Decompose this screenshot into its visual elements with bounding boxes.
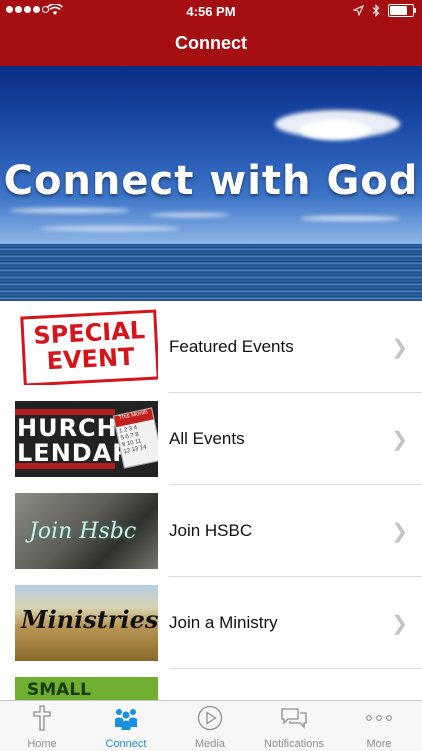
- connect-list: SPECIAL EVENT Featured Events ❯ HURCH LE…: [0, 301, 422, 701]
- list-item-label: Join HSBC: [169, 521, 253, 540]
- list-item-label: All Events: [169, 429, 245, 448]
- more-dots-icon: [366, 715, 392, 721]
- thumb-text: SMALL: [27, 680, 91, 700]
- app-header: 4:56 PM Connect: [0, 0, 422, 66]
- tab-label: Notifications: [264, 738, 324, 750]
- cross-icon: [33, 705, 51, 731]
- list-item-all-events[interactable]: HURCH LENDAR This Month 1 2 3 45 6 7 89 …: [0, 393, 422, 485]
- ocean-decoration: [0, 244, 422, 301]
- cloud-decoration: [150, 213, 230, 217]
- cloud-decoration: [40, 226, 180, 231]
- thumb-text: Join Hsbc: [29, 519, 137, 544]
- thumb-text: Ministries: [21, 605, 158, 634]
- ministries-thumbnail: Ministries: [15, 585, 158, 661]
- thumb-text: HURCH: [17, 414, 118, 442]
- play-icon: [197, 705, 223, 731]
- church-calendar-thumbnail: HURCH LENDAR This Month 1 2 3 45 6 7 89 …: [15, 401, 158, 477]
- chevron-right-icon: ❯: [391, 337, 408, 359]
- hero-title: Connect with God: [3, 158, 419, 204]
- tab-label: Home: [27, 738, 57, 750]
- cloud-decoration: [10, 208, 130, 213]
- chevron-right-icon: ❯: [391, 429, 408, 451]
- tab-label: Connect: [105, 738, 147, 750]
- tab-label: Media: [195, 738, 225, 750]
- join-hsbc-thumbnail: Join Hsbc: [15, 493, 158, 569]
- cloud-decoration: [300, 216, 400, 221]
- chevron-right-icon: ❯: [391, 521, 408, 543]
- list-item-label: Featured Events: [169, 337, 294, 356]
- special-event-thumbnail: SPECIAL EVENT: [15, 309, 158, 385]
- small-groups-thumbnail: SMALL: [15, 677, 158, 701]
- chevron-right-icon: ❯: [391, 613, 408, 635]
- cloud-decoration: [300, 120, 370, 140]
- tab-notifications[interactable]: Notifications: [252, 701, 336, 751]
- battery-icon: [388, 4, 416, 17]
- speech-bubbles-icon: [281, 708, 307, 729]
- location-arrow-icon: [353, 5, 364, 16]
- list-item-featured-events[interactable]: SPECIAL EVENT Featured Events ❯: [0, 301, 422, 393]
- list-item-label: Join a Ministry: [169, 613, 278, 632]
- tab-media[interactable]: Media: [168, 701, 252, 751]
- page-title: Connect: [175, 33, 247, 53]
- tab-home[interactable]: Home: [0, 701, 84, 751]
- list-item-small-groups[interactable]: SMALL: [0, 669, 422, 701]
- tab-bar: Home Connect Media Notifications More: [0, 700, 422, 751]
- tab-label: More: [366, 738, 392, 750]
- bluetooth-icon: [372, 4, 380, 17]
- list-item-join-hsbc[interactable]: Join Hsbc Join HSBC ❯: [0, 485, 422, 577]
- list-item-join-ministry[interactable]: Ministries Join a Ministry ❯: [0, 577, 422, 669]
- status-bar: 4:56 PM: [0, 0, 422, 22]
- tab-connect[interactable]: Connect: [84, 701, 168, 751]
- tab-more[interactable]: More: [336, 701, 422, 751]
- hero-banner: Connect with God: [0, 66, 422, 301]
- people-icon: [115, 709, 137, 730]
